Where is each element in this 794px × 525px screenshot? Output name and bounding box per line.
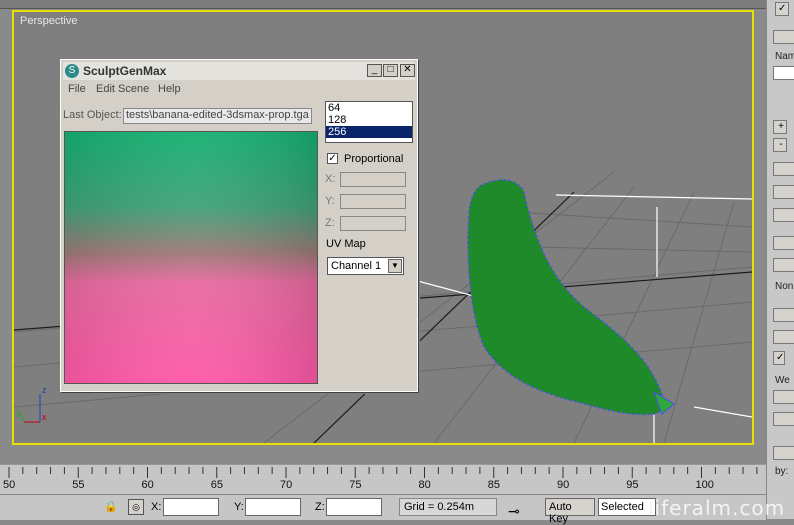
last-object-label: Last Object: [63, 109, 122, 121]
dialog-title: SculptGenMax [83, 64, 167, 78]
sculptgenmax-dialog: S SculptGenMax _ □ ✕ File Edit Scene Hel… [60, 59, 418, 392]
ruler-ticks [8, 467, 758, 478]
menu-edit-scene[interactable]: Edit Scene [96, 83, 149, 95]
command-panel-button-6[interactable] [773, 258, 794, 272]
viewport-label[interactable]: Perspective [20, 15, 77, 27]
command-panel-button-10[interactable] [773, 412, 794, 426]
menu-file[interactable]: File [68, 83, 86, 95]
ruler-tick-label: 70 [280, 479, 293, 491]
none-label: Non [775, 281, 794, 292]
command-panel-button-9[interactable] [773, 390, 794, 404]
ruler-tick-label: 60 [141, 479, 154, 491]
chevron-down-icon[interactable]: ▼ [388, 259, 402, 273]
watermark: liferalm.com [648, 496, 786, 520]
resolution-option-256[interactable]: 256 [326, 126, 412, 138]
x-axis-field[interactable] [340, 172, 406, 187]
x-axis-label: X: [325, 173, 336, 185]
ruler-tick-label: 85 [487, 479, 500, 491]
ruler-tick-label: 100 [695, 479, 714, 491]
by-label: by: [775, 466, 789, 477]
command-panel-button-5[interactable] [773, 236, 794, 250]
app-icon: S [65, 64, 79, 78]
proportional-label: Proportional [344, 153, 404, 165]
ruler-tick-label: 75 [349, 479, 362, 491]
z-coord-field[interactable] [326, 498, 382, 516]
key-icon[interactable]: ⊸ [508, 503, 520, 520]
name-label: Nam [775, 51, 794, 62]
command-panel-button-8[interactable] [773, 330, 794, 344]
sculpt-map-preview [64, 131, 318, 384]
lock-selection-icon[interactable]: 🔒 [104, 500, 118, 513]
we-label: We [775, 375, 790, 386]
svg-text:y: y [16, 408, 21, 418]
svg-text:x: x [42, 412, 47, 422]
command-panel-button-11[interactable] [773, 446, 794, 460]
command-panel-button-1[interactable] [773, 30, 794, 44]
ruler-tick-label: 95 [626, 479, 639, 491]
minimize-button[interactable]: _ [367, 64, 382, 77]
command-panel-button-3[interactable] [773, 185, 794, 199]
sculpt-map-image [65, 132, 317, 383]
ruler-tick-label: 80 [418, 479, 431, 491]
name-field[interactable] [773, 66, 794, 80]
uv-channel-select[interactable]: Channel 1 ▼ [327, 257, 404, 275]
proportional-checkbox[interactable]: ✓ [327, 153, 338, 164]
y-axis-field[interactable] [340, 194, 406, 209]
maximize-button[interactable]: □ [383, 64, 398, 77]
close-button[interactable]: ✕ [400, 64, 415, 77]
z-axis-field[interactable] [340, 216, 406, 231]
resolution-option-128[interactable]: 128 [326, 114, 412, 126]
absolute-mode-icon[interactable]: ◎ [128, 499, 144, 515]
y-coord-field[interactable] [245, 498, 301, 516]
viewport-top-strip [0, 0, 766, 9]
last-object-field[interactable]: tests\banana-edited-3dsmax-prop.tga [123, 108, 312, 124]
ruler-tick-label: 55 [72, 479, 85, 491]
uv-channel-value: Channel 1 [331, 260, 382, 272]
uv-map-label: UV Map [326, 238, 366, 250]
z-axis-label: Z: [325, 217, 335, 229]
command-panel-checkbox[interactable]: ✓ [775, 2, 789, 16]
command-panel-button-4[interactable] [773, 208, 794, 222]
x-coord-label: X: [151, 501, 162, 513]
command-panel-button-7[interactable] [773, 308, 794, 322]
grid-spacing-readout: Grid = 0.254m [399, 498, 497, 516]
z-coord-label: Z: [315, 501, 325, 513]
dialog-titlebar[interactable]: S SculptGenMax _ □ ✕ [63, 62, 415, 80]
command-panel-checkbox-2[interactable]: ✓ [773, 351, 785, 365]
ruler-tick-label: 50 [3, 479, 16, 491]
ruler-tick-label: 90 [557, 479, 570, 491]
auto-key-button[interactable]: Auto Key [545, 498, 595, 525]
command-panel-button-2[interactable] [773, 162, 794, 176]
resolution-option-64[interactable]: 64 [326, 102, 412, 114]
resolution-list[interactable]: 64 128 256 [325, 101, 413, 143]
svg-text:z: z [42, 385, 47, 395]
ruler-tick-label: 65 [210, 479, 223, 491]
expand-button[interactable]: + [773, 120, 787, 134]
menu-help[interactable]: Help [158, 83, 181, 95]
timeline-ruler[interactable]: 50 55 60 65 70 75 80 85 90 95 100 [0, 464, 766, 495]
y-coord-label: Y: [234, 501, 244, 513]
y-axis-label: Y: [325, 195, 335, 207]
x-coord-field[interactable] [163, 498, 219, 516]
collapse-button[interactable]: - [773, 138, 787, 152]
command-panel: ✓ Nam + - Non ✓ We by: [766, 0, 794, 519]
